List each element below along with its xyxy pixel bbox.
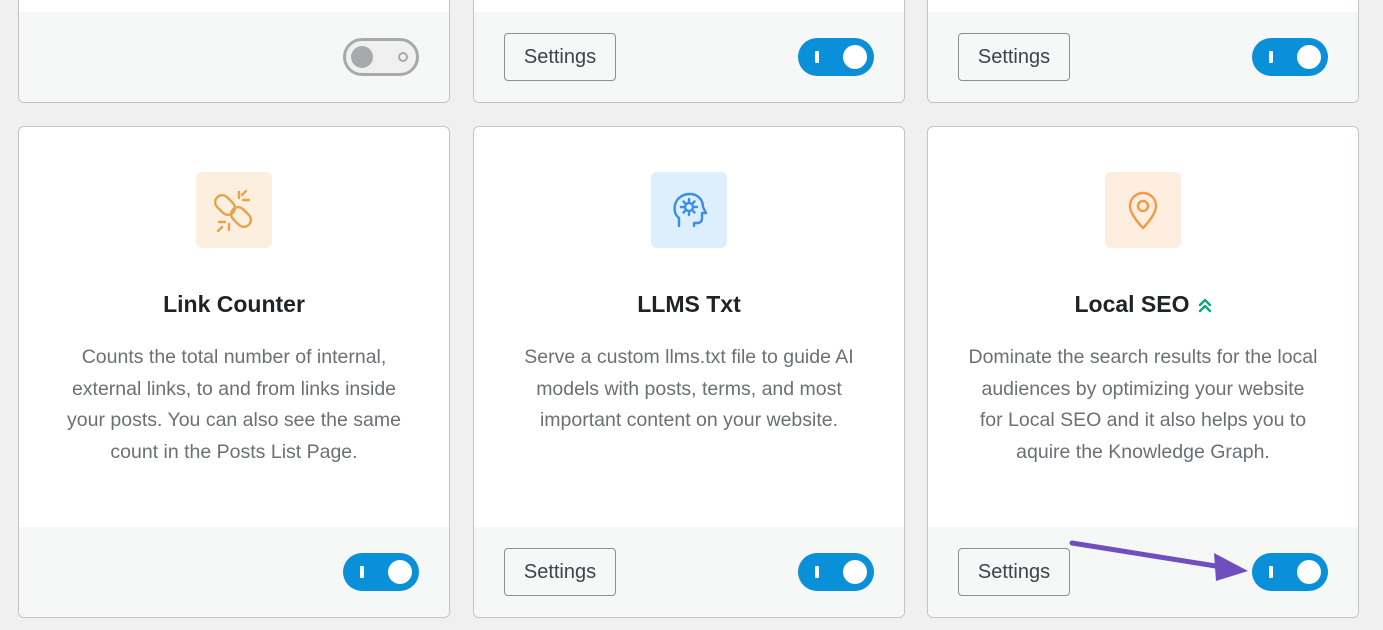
modules-grid: Settings Settings Link Counter Counts th… — [0, 0, 1383, 630]
module-description: Serve a custom llms.txt file to guide AI… — [524, 346, 854, 431]
card-footer — [19, 527, 449, 617]
module-title: LLMS Txt — [637, 291, 741, 317]
module-toggle[interactable] — [798, 38, 874, 76]
settings-button[interactable]: Settings — [958, 548, 1070, 596]
module-toggle[interactable] — [1252, 38, 1328, 76]
module-toggle[interactable] — [343, 38, 419, 76]
module-title: Local SEO — [1074, 291, 1190, 317]
card-footer: Settings — [928, 527, 1358, 617]
module-description: Dominate the search results for the loca… — [968, 346, 1318, 463]
settings-button[interactable]: Settings — [504, 33, 616, 81]
card-footer — [19, 12, 449, 102]
card-footer: Settings — [474, 12, 904, 102]
module-card-top-2: Settings — [473, 0, 905, 103]
module-card-llms-txt: LLMS Txt Serve a custom llms.txt file to… — [473, 126, 905, 618]
module-toggle[interactable] — [343, 553, 419, 591]
card-footer: Settings — [928, 12, 1358, 102]
broken-link-icon — [196, 172, 272, 248]
settings-button[interactable]: Settings — [958, 33, 1070, 81]
pro-chevrons-icon — [1198, 298, 1211, 312]
map-pin-icon — [1105, 172, 1181, 248]
card-footer: Settings — [474, 527, 904, 617]
module-card-top-1 — [18, 0, 450, 103]
module-card-link-counter: Link Counter Counts the total number of … — [18, 126, 450, 618]
ai-head-icon — [651, 172, 727, 248]
module-card-top-3: Settings — [927, 0, 1359, 103]
module-toggle-local-seo[interactable] — [1252, 553, 1328, 591]
settings-button[interactable]: Settings — [504, 548, 616, 596]
module-toggle[interactable] — [798, 553, 874, 591]
module-card-local-seo: Local SEO Dominate the search results fo… — [927, 126, 1359, 618]
module-title: Link Counter — [163, 291, 305, 317]
module-description: Counts the total number of internal, ext… — [67, 346, 401, 463]
